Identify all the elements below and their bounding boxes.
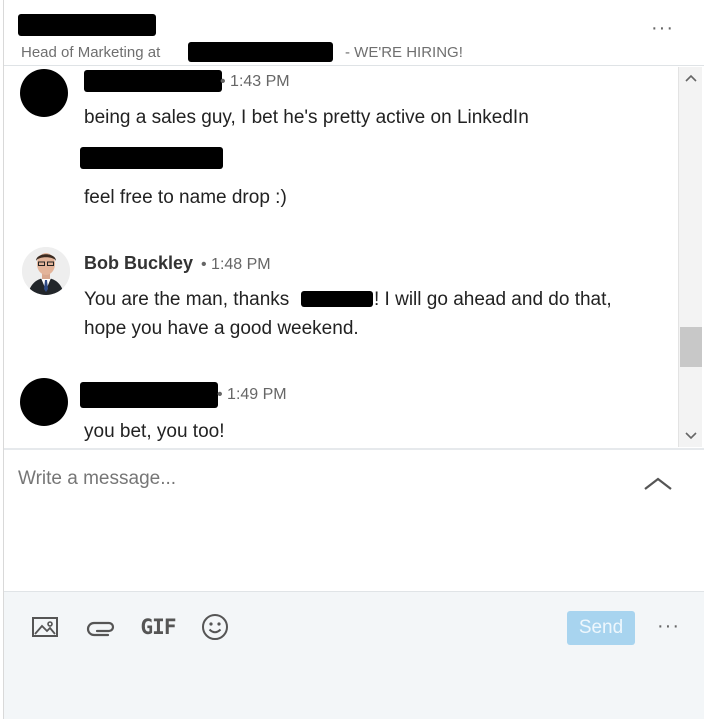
attach-file-button[interactable] <box>84 612 118 642</box>
contact-headline-prefix: Head of Marketing at <box>21 44 161 61</box>
sender-name[interactable]: Bob Buckley <box>84 253 193 274</box>
message-input[interactable]: Write a message... <box>18 468 618 490</box>
message-list[interactable]: • 1:43 PM being a sales guy, I bet he's … <box>4 67 678 447</box>
message-text: hope you have a good weekend. <box>84 318 359 339</box>
redacted-sender-name <box>84 70 222 92</box>
contact-headline-suffix: - WE'RE HIRING! <box>345 44 463 61</box>
emoji-icon <box>202 614 228 640</box>
message-timestamp: • 1:43 PM <box>220 73 290 90</box>
image-icon <box>32 617 58 637</box>
redacted-text <box>80 147 223 169</box>
scrollbar-thumb[interactable] <box>680 327 702 367</box>
compose-area[interactable]: Write a message... <box>4 448 704 591</box>
avatar[interactable] <box>20 69 68 117</box>
gif-button[interactable]: GIF <box>140 612 177 642</box>
message-text: feel free to name drop :) <box>84 187 287 208</box>
send-button[interactable]: Send <box>567 611 635 645</box>
more-options-icon[interactable]: ··· <box>657 616 680 636</box>
avatar[interactable] <box>22 247 70 295</box>
message-timestamp: • 1:48 PM <box>201 256 271 273</box>
redacted-text <box>301 291 373 307</box>
chevron-up-icon[interactable] <box>679 67 703 89</box>
message-text: you bet, you too! <box>84 421 225 442</box>
compose-toolbar: GIF Send ··· <box>4 591 704 719</box>
chevron-up-icon[interactable] <box>642 474 674 492</box>
attach-image-button[interactable] <box>30 612 60 642</box>
avatar[interactable] <box>20 378 68 426</box>
redacted-sender-name <box>80 382 218 408</box>
paperclip-icon <box>86 621 115 637</box>
profile-photo <box>22 247 70 295</box>
redacted-contact-name <box>18 14 156 36</box>
message-text: You are the man, thanks <box>84 289 290 310</box>
message-timestamp: • 1:49 PM <box>217 386 287 403</box>
emoji-button[interactable] <box>200 612 230 642</box>
chevron-down-icon[interactable] <box>679 425 703 447</box>
conversation-header: Head of Marketing at - WE'RE HIRING! ··· <box>4 0 704 66</box>
message-text: being a sales guy, I bet he's pretty act… <box>84 107 529 128</box>
message-scrollbar[interactable] <box>678 67 702 447</box>
message-text: ! I will go ahead and do that, <box>374 289 612 310</box>
redacted-company-name <box>188 42 333 62</box>
chat-window: Head of Marketing at - WE'RE HIRING! ···… <box>0 0 704 719</box>
gif-label: GIF <box>140 615 177 639</box>
more-options-icon[interactable]: ··· <box>651 18 674 38</box>
